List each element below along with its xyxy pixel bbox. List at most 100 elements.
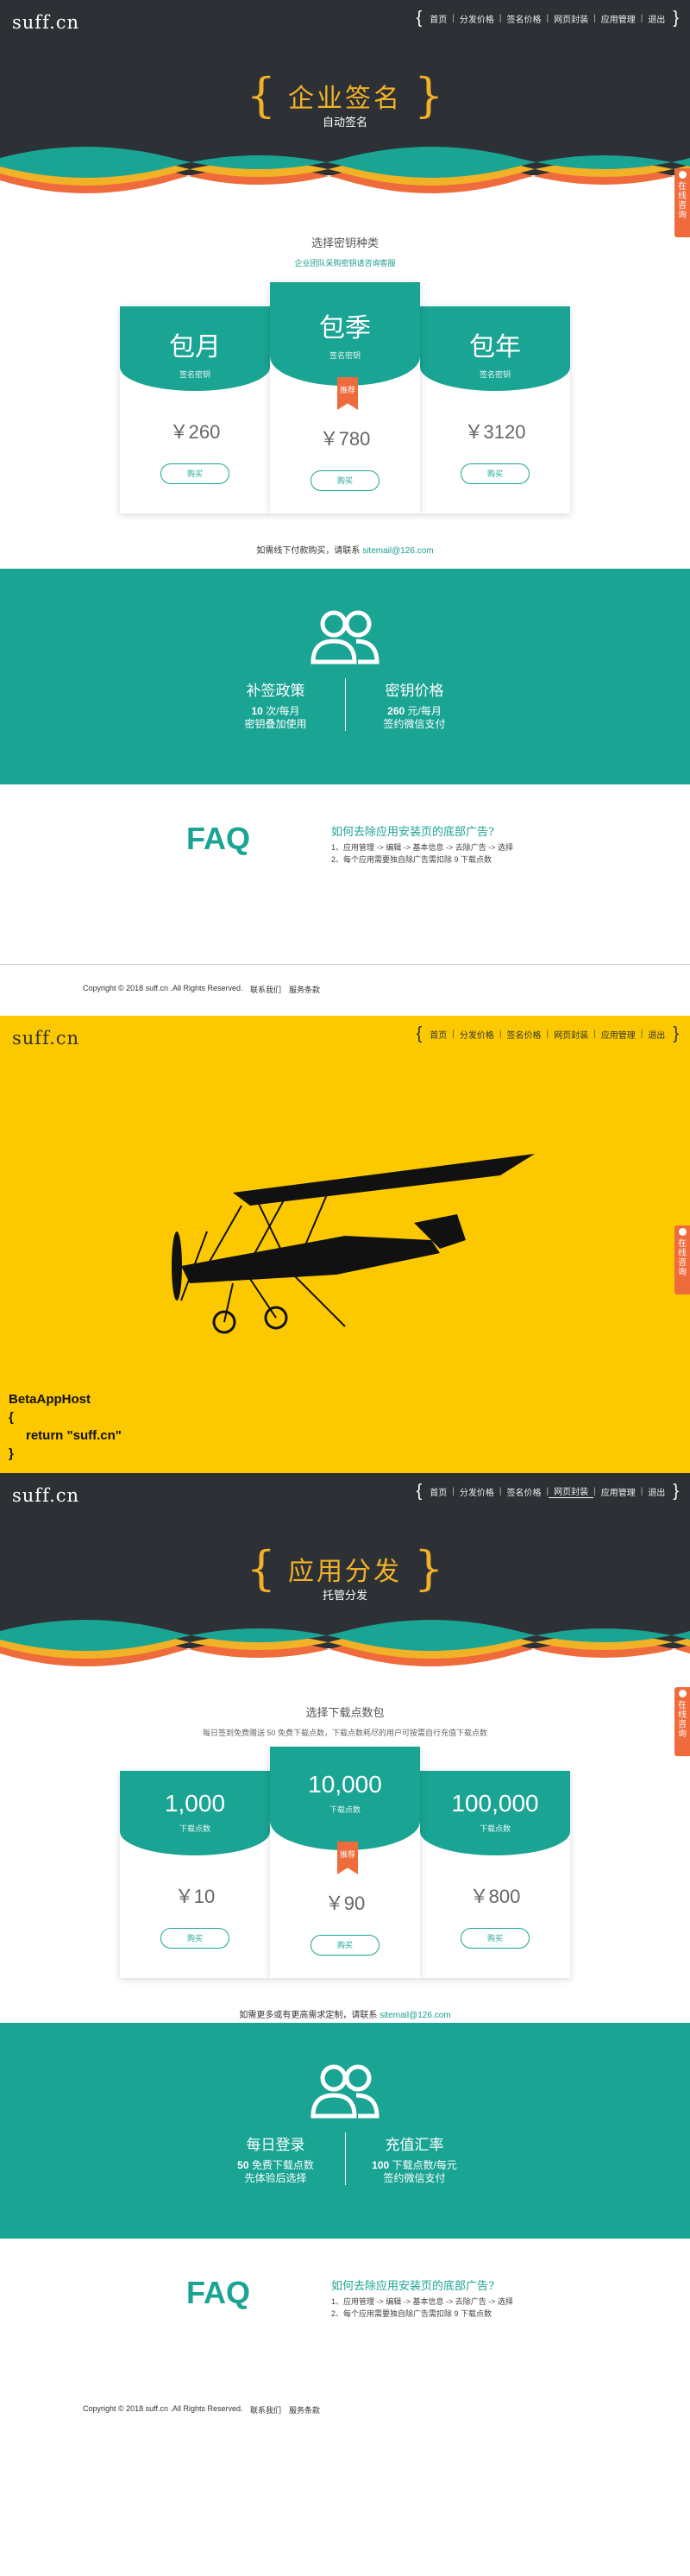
nav-brace-open: { <box>416 9 423 28</box>
chat-icon <box>679 171 687 179</box>
nav-distribution-price[interactable]: 分发价格 <box>455 1485 499 1498</box>
main-nav: { 首页 | 分发价格 | 签名价格 | 网页封装 | 应用管理 | 退出 } <box>416 9 679 28</box>
stat-title: 密钥价格 <box>385 683 444 700</box>
plan-card-quarterly: 包季 签名密钥 推荐 ￥780 购买 <box>270 282 420 513</box>
nav-web-wrap[interactable]: 网页封装 <box>549 1028 593 1041</box>
hero-subtitle: 自动签名 <box>322 116 367 129</box>
stat-title: 每日登录 <box>246 2137 305 2154</box>
users-icon <box>310 2064 380 2119</box>
online-chat-tab[interactable]: 在线咨询 <box>674 1225 690 1294</box>
hero-title: 企业签名 <box>288 84 402 114</box>
users-icon <box>310 610 380 664</box>
main-nav: { 首页 | 分发价格 | 签名价格 | 网页封装 | 应用管理 | 退出 } <box>416 1482 679 1501</box>
plan-name: 包年 <box>469 332 521 362</box>
divider <box>344 2132 346 2185</box>
nav-app-manage[interactable]: 应用管理 <box>596 12 641 25</box>
footer-terms-link[interactable]: 服务条款 <box>289 984 320 995</box>
nav-app-manage[interactable]: 应用管理 <box>596 1028 641 1041</box>
nav-home[interactable]: 首页 <box>424 1028 452 1041</box>
nav-signing-price[interactable]: 签名价格 <box>501 12 546 25</box>
contact-email[interactable]: sitemail@126.com <box>362 546 433 556</box>
faq-section: FAQ 如何去除应用安装页的底部广告? 1、应用管理 -> 编辑 -> 基本信息… <box>0 2239 690 2385</box>
buy-button-quarterly[interactable]: 购买 <box>310 470 380 491</box>
top-bar: suff.cn { 首页 | 分发价格 | 签名价格 | 网页封装 | 应用管理 | 退出… <box>0 1016 690 1057</box>
site-logo[interactable]: suff.cn <box>12 12 79 33</box>
plan-desc: 下载点数 <box>329 1805 361 1814</box>
buy-button-100000[interactable]: 购买 <box>461 1928 530 1949</box>
plan-name: 1,000 <box>164 1790 226 1817</box>
plan-name: 包季 <box>319 313 371 343</box>
plan-card-100000: 100,000 下载点数 ￥800 购买 <box>420 1771 570 1978</box>
buy-button-monthly[interactable]: 购买 <box>160 463 229 484</box>
buy-button-1000[interactable]: 购买 <box>160 1928 229 1949</box>
contact-email[interactable]: sitemail@126.com <box>380 2011 450 2020</box>
pricing-heading: 选择下载点数包 <box>305 1707 385 1720</box>
contact-line: 如需线下付款购买，请联系 sitemail@126.com <box>256 546 434 556</box>
nav-distribution-price[interactable]: 分发价格 <box>455 12 499 25</box>
plan-card-10000: 10,000 下载点数 推荐 ￥90 购买 <box>270 1747 420 1978</box>
nav-logout[interactable]: 退出 <box>643 1028 670 1041</box>
buy-button-yearly[interactable]: 购买 <box>461 463 530 484</box>
wave-decoration <box>0 146 690 198</box>
nav-logout[interactable]: 退出 <box>643 1485 670 1498</box>
pricing-note: 企业团队采购密钥请咨询客服 <box>294 259 396 268</box>
faq-question: 如何去除应用安装页的底部广告? <box>331 2280 494 2293</box>
login-section: 每日登录 50 免费下载点数 先体验后选择 充值汇率 100 下载点数/每元 签… <box>0 2023 690 2239</box>
pricing-heading: 选择密钥种类 <box>310 237 379 250</box>
plan-desc: 下载点数 <box>479 1824 511 1833</box>
chat-icon <box>679 1228 687 1236</box>
plan-card-monthly: 包月 签名密钥 ￥260 购买 <box>120 306 270 513</box>
faq-answer: 1、应用管理 -> 编辑 -> 基本信息 -> 去除广告 -> 选择 2、每个应… <box>331 843 514 864</box>
code-snippet: BetaAppHost { return "suff.cn" } <box>9 1392 122 1461</box>
site-logo[interactable]: suff.cn <box>12 1485 79 1506</box>
footer: Copyright © 2018 suff.cn .All Rights Res… <box>0 964 690 1016</box>
recommended-badge: 推荐 <box>337 377 358 410</box>
plan-price: ￥90 <box>324 1893 366 1914</box>
plan-name: 10,000 <box>308 1771 382 1798</box>
plan-price: ￥780 <box>319 428 371 450</box>
plan-cards: 1,000 下载点数 ￥10 购买 10,000 下载点数 推荐 ￥90 购买 … <box>0 1747 690 1978</box>
plan-card-yearly: 包年 签名密钥 ￥3120 购买 <box>420 306 570 513</box>
faq-answer: 1、应用管理 -> 编辑 -> 基本信息 -> 去除广告 -> 选择 2、每个应… <box>331 2297 514 2318</box>
faq-question: 如何去除应用安装页的底部广告? <box>331 826 494 839</box>
nav-home[interactable]: 首页 <box>424 1485 452 1498</box>
recommended-badge: 推荐 <box>337 1842 358 1874</box>
stat-title: 补签政策 <box>246 683 305 700</box>
plan-desc: 下载点数 <box>179 1824 210 1833</box>
plan-name: 包月 <box>169 332 221 362</box>
nav-signing-price[interactable]: 签名价格 <box>501 1485 546 1498</box>
footer-contact-link[interactable]: 联系我们 <box>250 984 281 995</box>
main-nav: { 首页 | 分发价格 | 签名价格 | 网页封装 | 应用管理 | 退出 } <box>416 1024 679 1043</box>
contact-line: 如需更多或有更高需求定制，请联系 sitemail@126.com <box>239 2011 451 2020</box>
top-bar: suff.cn { 首页 | 分发价格 | 签名价格 | 网页封装 | 应用管理 | 退出… <box>0 0 690 41</box>
faq-title: FAQ <box>186 2275 251 2310</box>
buy-button-10000[interactable]: 购买 <box>310 1935 380 1956</box>
nav-web-wrap[interactable]: 网页封装 <box>549 12 593 25</box>
signing-pricing: 选择密钥种类 企业团队采购密钥请咨询客服 包月 签名密钥 ￥260 购买 包季 … <box>0 198 690 569</box>
splash-section: suff.cn { 首页 | 分发价格 | 签名价格 | 网页封装 | 应用管理 | 退出… <box>0 1016 690 1473</box>
plan-desc: 签名密钥 <box>329 351 361 360</box>
nav-web-wrap[interactable]: 网页封装 <box>549 1484 594 1498</box>
plan-cards: 包月 签名密钥 ￥260 购买 包季 签名密钥 推荐 ￥780 购买 包年 签名… <box>0 282 690 513</box>
pricing-note: 每日签到免费赠送 50 免费下载点数，下载点数耗尽的用户可按需自行充值下载点数 <box>202 1729 487 1737</box>
nav-home[interactable]: 首页 <box>424 12 452 25</box>
wave-decoration <box>0 1619 690 1671</box>
plan-price: ￥3120 <box>464 421 526 443</box>
plan-card-1000: 1,000 下载点数 ￥10 购买 <box>120 1771 270 1978</box>
plan-desc: 签名密钥 <box>479 370 511 379</box>
stat-title: 充值汇率 <box>385 2137 444 2154</box>
site-logo[interactable]: suff.cn <box>12 1028 79 1049</box>
nav-app-manage[interactable]: 应用管理 <box>596 1485 641 1498</box>
nav-distribution-price[interactable]: 分发价格 <box>455 1028 499 1041</box>
policy-section: 补签政策 10 次/每月 密钥叠加使用 密钥价格 260 元/每月 签约微信支付 <box>0 569 690 784</box>
plan-price: ￥800 <box>469 1886 521 1907</box>
nav-logout[interactable]: 退出 <box>643 12 670 25</box>
nav-brace-close: } <box>673 9 679 28</box>
copyright: Copyright © 2018 suff.cn .All Rights Res… <box>83 2404 243 2413</box>
plan-price: ￥260 <box>169 421 221 443</box>
footer-terms-link[interactable]: 服务条款 <box>289 2404 320 2415</box>
footer-contact-link[interactable]: 联系我们 <box>250 2404 281 2415</box>
plan-desc: 签名密钥 <box>179 370 210 379</box>
footer: Copyright © 2018 suff.cn .All Rights Res… <box>0 2385 690 2420</box>
nav-signing-price[interactable]: 签名价格 <box>501 1028 546 1041</box>
